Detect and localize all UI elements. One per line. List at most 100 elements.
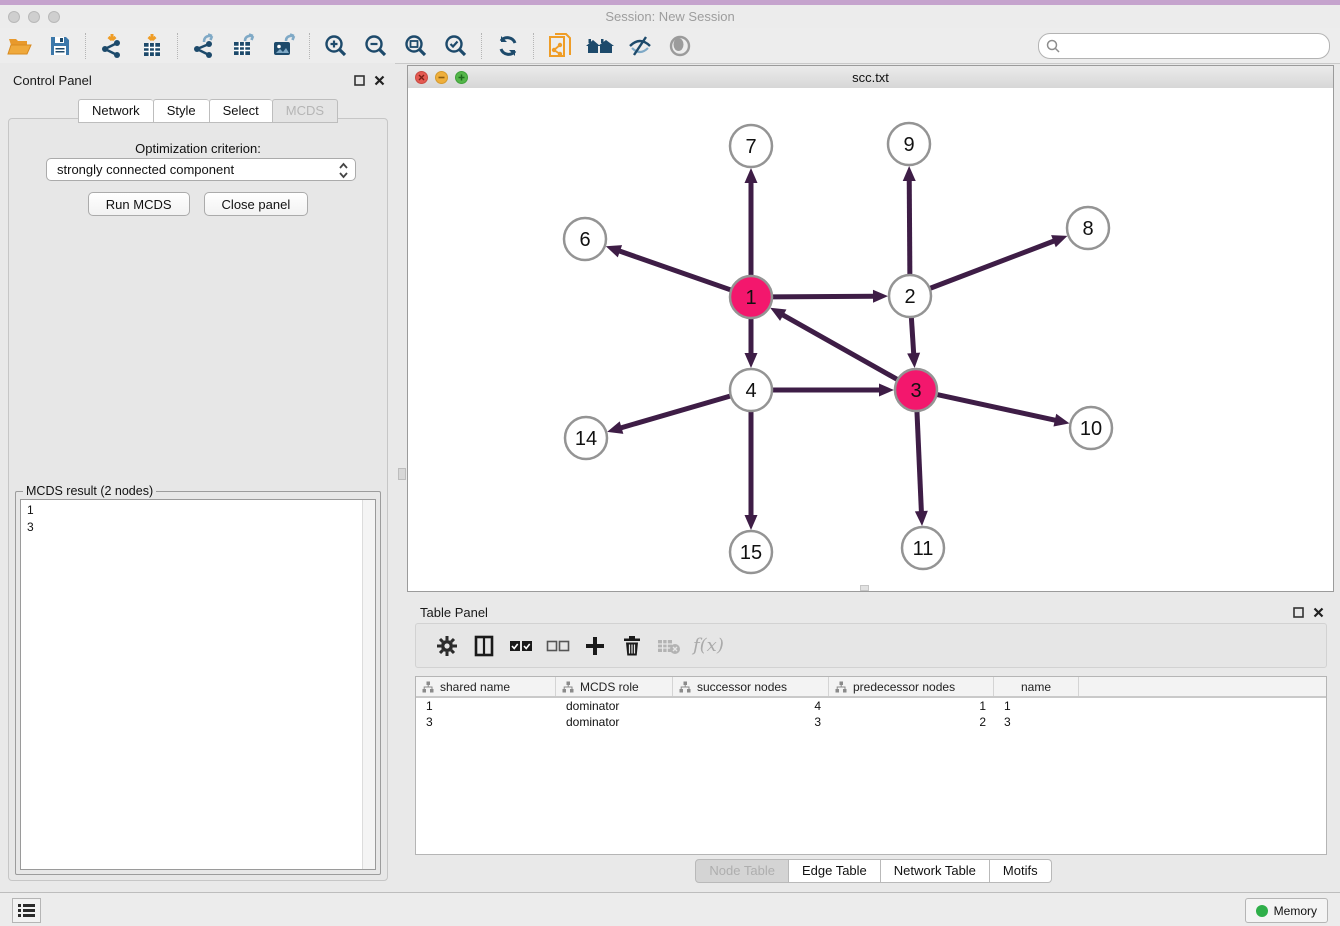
edge-2-3[interactable] [911, 317, 913, 355]
toolbar-separator [85, 33, 87, 59]
tab-motifs[interactable]: Motifs [990, 859, 1052, 883]
graph-node-7[interactable]: 7 [730, 125, 772, 167]
edge-3-10[interactable] [937, 394, 1057, 420]
zoom-fit-button[interactable] [396, 29, 436, 63]
edge-1-6[interactable] [618, 251, 731, 291]
result-scrollbar[interactable] [362, 500, 375, 869]
graph-node-9[interactable]: 9 [888, 123, 930, 165]
edge-arrow-3-11 [915, 511, 928, 526]
memory-button[interactable]: Memory [1245, 898, 1328, 923]
table-cell[interactable]: 3 [416, 714, 556, 730]
open-session-button[interactable] [0, 29, 40, 63]
hide-selected-button[interactable] [620, 29, 660, 63]
node-label-4: 4 [745, 380, 756, 402]
network-canvas[interactable]: 7 9 6 8 1 2 4 3 14 10 15 11 [408, 88, 1333, 591]
network-window-titlebar[interactable]: scc.txt [408, 66, 1333, 89]
close-panel-icon[interactable] [374, 75, 385, 86]
tab-style[interactable]: Style [153, 99, 209, 123]
graph-node-6[interactable]: 6 [564, 218, 606, 260]
table-cell[interactable]: 1 [994, 698, 1079, 714]
export-image-button[interactable] [264, 29, 304, 63]
mcds-tab-content: Optimization criterion: strongly connect… [8, 118, 388, 881]
table-row[interactable]: 1dominator411 [416, 698, 1326, 714]
close-table-panel-icon[interactable] [1313, 607, 1324, 618]
graph-node-4[interactable]: 4 [730, 369, 772, 411]
column-header-name[interactable]: name [994, 677, 1079, 696]
graph-node-14[interactable]: 14 [565, 417, 607, 459]
delete-column-button[interactable] [650, 628, 687, 664]
edge-2-8[interactable] [930, 240, 1056, 288]
edge-3-1[interactable] [781, 314, 897, 380]
network-close-button[interactable] [415, 71, 428, 84]
home-icon [585, 34, 615, 58]
zoom-selected-button[interactable] [436, 29, 476, 63]
graph-node-10[interactable]: 10 [1070, 407, 1112, 449]
save-session-button[interactable] [40, 29, 80, 63]
canvas-resize-grip[interactable] [860, 585, 869, 591]
table-cell[interactable]: 3 [673, 714, 829, 730]
import-network-button[interactable] [92, 29, 132, 63]
table-cell[interactable]: 4 [673, 698, 829, 714]
zoom-in-button[interactable] [316, 29, 356, 63]
tab-edge-table[interactable]: Edge Table [789, 859, 881, 883]
edge-3-11[interactable] [917, 411, 922, 513]
table-cell[interactable]: 1 [829, 698, 994, 714]
float-table-panel-icon[interactable] [1293, 607, 1304, 618]
delete-row-button[interactable] [613, 628, 650, 664]
task-history-button[interactable] [12, 898, 41, 923]
home-button[interactable] [580, 29, 620, 63]
tab-select[interactable]: Select [209, 99, 272, 123]
column-header-successor-nodes[interactable]: successor nodes [673, 677, 829, 696]
show-hide-columns-button[interactable] [465, 628, 502, 664]
column-header-predecessor-nodes[interactable]: predecessor nodes [829, 677, 994, 696]
table-row[interactable]: 3dominator323 [416, 714, 1326, 730]
float-panel-icon[interactable] [354, 75, 365, 86]
mcds-result-text[interactable]: 13 [20, 499, 376, 870]
graph-node-8[interactable]: 8 [1067, 207, 1109, 249]
close-panel-button[interactable]: Close panel [204, 192, 309, 216]
hierarchy-icon [422, 681, 434, 693]
export-table-button[interactable] [224, 29, 264, 63]
result-line: 1 [27, 502, 375, 519]
network-from-file-button[interactable] [540, 29, 580, 63]
apply-function-button[interactable]: f(x) [687, 628, 730, 664]
graph-node-3[interactable]: 3 [895, 369, 937, 411]
graph-node-11[interactable]: 11 [902, 527, 944, 569]
table-settings-button[interactable] [428, 628, 465, 664]
table-cell[interactable]: 2 [829, 714, 994, 730]
edge-4-14[interactable] [620, 396, 731, 428]
search-field[interactable] [1038, 33, 1330, 59]
vertical-splitter[interactable] [395, 63, 407, 893]
table-cell[interactable]: dominator [556, 698, 673, 714]
application-window: Session: New Session [0, 0, 1340, 926]
table-cell[interactable]: 3 [994, 714, 1079, 730]
column-header-shared-name[interactable]: shared name [416, 677, 556, 696]
edge-2-9[interactable] [909, 179, 910, 275]
splitter-grip[interactable] [398, 468, 406, 480]
import-table-button[interactable] [132, 29, 172, 63]
search-input[interactable] [1064, 36, 1329, 56]
zoom-out-button[interactable] [356, 29, 396, 63]
add-row-button[interactable] [576, 628, 613, 664]
optimization-criterion-select[interactable]: strongly connected component [46, 158, 356, 181]
clear-selection-button[interactable] [539, 628, 576, 664]
show-graphics-details-button[interactable] [660, 29, 700, 63]
tab-network-table[interactable]: Network Table [881, 859, 990, 883]
refresh-button[interactable] [488, 29, 528, 63]
tab-network[interactable]: Network [78, 99, 153, 123]
table-cell[interactable]: 1 [416, 698, 556, 714]
select-all-button[interactable] [502, 628, 539, 664]
graph-node-1[interactable]: 1 [730, 276, 772, 318]
run-mcds-button[interactable]: Run MCDS [88, 192, 190, 216]
graph-node-15[interactable]: 15 [730, 531, 772, 573]
edge-1-2[interactable] [772, 296, 875, 297]
graph-node-2[interactable]: 2 [889, 275, 931, 317]
column-header-MCDS-role[interactable]: MCDS role [556, 677, 673, 696]
network-minimize-button[interactable] [435, 71, 448, 84]
network-maximize-button[interactable] [455, 71, 468, 84]
tab-mcds[interactable]: MCDS [272, 99, 338, 123]
mcds-result-group: MCDS result (2 nodes) 13 [15, 491, 381, 875]
export-network-button[interactable] [184, 29, 224, 63]
tab-node-table[interactable]: Node Table [695, 859, 789, 883]
table-cell[interactable]: dominator [556, 714, 673, 730]
